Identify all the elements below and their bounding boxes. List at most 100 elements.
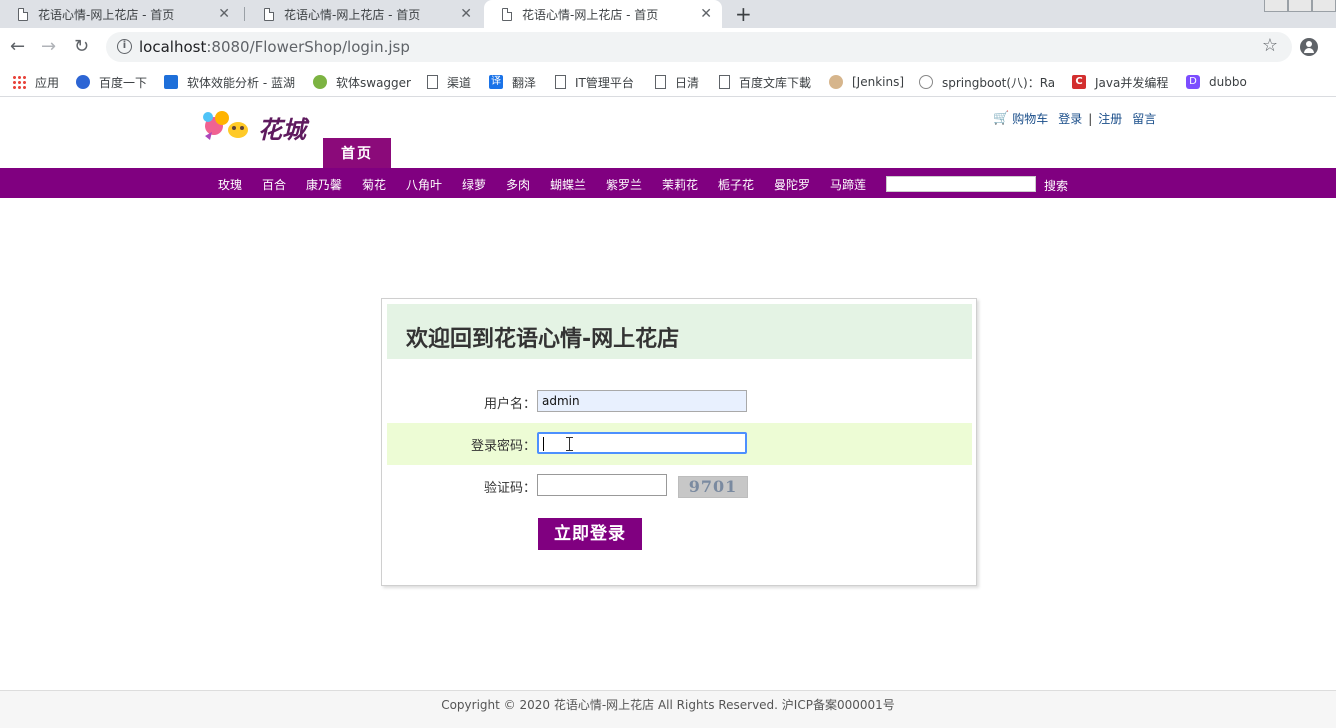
category-nav-bar: 玫瑰 百合 康乃馨 菊花 八角叶 绿萝 多肉 蝴蝶兰 紫罗兰 茉莉花 栀子花 曼… <box>0 168 1336 198</box>
bookmark-it-platform[interactable]: IT管理平台 <box>555 73 634 91</box>
bookmark-jenkins[interactable]: [Jenkins] <box>829 73 904 91</box>
dubbo-icon: D <box>1186 75 1200 89</box>
address-bar[interactable]: i localhost:8080/FlowerShop/login.jsp ☆ <box>106 32 1292 62</box>
browser-tab-title: 花语心情-网上花店 - 首页 <box>522 7 659 22</box>
category-link[interactable]: 绿萝 <box>462 176 486 193</box>
forward-arrow-icon[interactable]: → <box>41 37 56 57</box>
bookmark-java[interactable]: C Java并发编程 <box>1072 73 1168 91</box>
page-footer: Copyright © 2020 花语心情-网上花店 All Rights Re… <box>0 690 1336 728</box>
bookmark-label: 软体效能分析 - 蓝湖 <box>187 75 295 90</box>
bookmark-swagger[interactable]: 软体swagger <box>313 73 411 91</box>
tab-divider <box>244 7 245 21</box>
csdn-icon: C <box>1072 75 1086 89</box>
bookmarks-bar: 应用 百度一下 软体效能分析 - 蓝湖 软体swagger 渠道 译翻泽 IT管… <box>0 67 1336 97</box>
close-window-button[interactable] <box>1312 0 1336 12</box>
page-icon <box>655 75 666 89</box>
login-title: 欢迎回到花语心情-网上花店 <box>406 327 680 352</box>
message-link[interactable]: 留言 <box>1132 110 1156 127</box>
text-caret <box>543 437 544 451</box>
category-link[interactable]: 康乃馨 <box>306 176 342 193</box>
search-input[interactable] <box>886 176 1036 192</box>
captcha-image[interactable]: 9701 <box>678 476 748 498</box>
browser-toolbar: ← → ↻ i localhost:8080/FlowerShop/login.… <box>0 28 1336 67</box>
browser-tab-title: 花语心情-网上花店 - 首页 <box>38 7 175 22</box>
swagger-icon <box>313 75 327 89</box>
bookmark-dubbo[interactable]: Ddubbo <box>1186 73 1247 91</box>
close-icon[interactable]: ✕ <box>460 6 472 22</box>
category-link[interactable]: 多肉 <box>506 176 530 193</box>
bookmark-label: [Jenkins] <box>852 75 905 89</box>
login-header: 欢迎回到花语心情-网上花店 <box>387 304 972 359</box>
category-link[interactable]: 栀子花 <box>718 176 754 193</box>
bookmark-lanhu[interactable]: 软体效能分析 - 蓝湖 <box>164 73 295 91</box>
page-icon <box>555 75 566 89</box>
category-link[interactable]: 马蹄莲 <box>830 176 866 193</box>
flower-city-logo[interactable]: 花城 <box>200 106 320 150</box>
new-tab-button[interactable]: + <box>735 2 752 26</box>
browser-tab-3-active[interactable]: 花语心情-网上花店 - 首页 ✕ <box>484 0 722 28</box>
cart-link[interactable]: 购物车 <box>1012 110 1048 127</box>
browser-tab-1[interactable]: 花语心情-网上花店 - 首页 ✕ <box>0 0 240 28</box>
url-text[interactable]: localhost:8080/FlowerShop/login.jsp <box>139 38 410 56</box>
bookmark-label: 应用 <box>35 75 60 90</box>
restore-button[interactable] <box>1288 0 1312 12</box>
browser-tab-2[interactable]: 花语心情-网上花店 - 首页 ✕ <box>246 0 482 28</box>
username-field[interactable]: admin <box>537 390 747 412</box>
nav-separator: | <box>1088 111 1093 126</box>
category-link[interactable]: 曼陀罗 <box>774 176 810 193</box>
bookmark-label: 日清 <box>675 75 700 90</box>
bookmark-translate[interactable]: 译翻泽 <box>489 73 536 91</box>
bookmark-star-icon[interactable]: ☆ <box>1262 35 1278 56</box>
page-icon <box>427 75 438 89</box>
category-link[interactable]: 蝴蝶兰 <box>550 176 586 193</box>
url-host: localhost <box>139 38 207 56</box>
home-tab[interactable]: 首页 <box>323 138 391 168</box>
copyright-text: Copyright © 2020 花语心情-网上花店 All Rights Re… <box>441 698 895 712</box>
jenkins-icon <box>829 75 843 89</box>
captcha-field[interactable] <box>537 474 667 496</box>
search-button[interactable]: 搜索 <box>1044 177 1068 194</box>
top-user-nav: 🛒 购物车 登录 | 注册 留言 <box>993 110 1156 127</box>
page-icon <box>18 7 28 21</box>
window-controls <box>1264 0 1336 12</box>
spring-icon <box>919 75 933 89</box>
bookmark-label: springboot(八)：Ra <box>942 75 1054 90</box>
category-link[interactable]: 紫罗兰 <box>606 176 642 193</box>
bookmark-baidu[interactable]: 百度一下 <box>76 73 147 91</box>
shopping-cart-icon[interactable]: 🛒 <box>993 111 1009 126</box>
category-link[interactable]: 百合 <box>262 176 286 193</box>
captcha-label: 验证码： <box>483 481 536 496</box>
login-panel: 欢迎回到花语心情-网上花店 用户名： admin 登录密码： 验证码： 9701… <box>381 298 977 586</box>
svg-text:花城: 花城 <box>258 115 310 144</box>
page-icon <box>264 7 274 21</box>
category-link[interactable]: 八角叶 <box>406 176 442 193</box>
profile-avatar-icon[interactable] <box>1300 38 1318 56</box>
lanhu-icon <box>164 75 178 89</box>
login-submit-button[interactable]: 立即登录 <box>538 518 642 550</box>
category-link[interactable]: 茉莉花 <box>662 176 698 193</box>
info-icon[interactable]: i <box>117 39 132 54</box>
bookmark-springboot[interactable]: springboot(八)：Ra <box>919 73 1054 91</box>
bookmark-label: dubbo <box>1209 75 1247 89</box>
username-label: 用户名： <box>483 397 536 412</box>
reload-icon[interactable]: ↻ <box>74 37 89 57</box>
bookmark-label: 百度一下 <box>99 75 148 90</box>
bookmark-apps[interactable]: 应用 <box>12 73 59 91</box>
bookmark-label: 翻泽 <box>512 75 537 90</box>
category-link[interactable]: 玫瑰 <box>218 176 242 193</box>
password-label: 登录密码： <box>470 439 536 454</box>
page-content: 花城 🛒 购物车 登录 | 注册 留言 首页 玫瑰 百合 康乃馨 菊花 八角叶 … <box>0 98 1336 728</box>
bookmark-label: Java并发编程 <box>1095 75 1169 90</box>
bookmark-label: 软体swagger <box>336 75 411 90</box>
bookmark-qudao[interactable]: 渠道 <box>427 73 471 91</box>
back-arrow-icon[interactable]: ← <box>10 37 25 57</box>
bookmark-riqing[interactable]: 日清 <box>655 73 699 91</box>
login-link[interactable]: 登录 <box>1058 110 1082 127</box>
register-link[interactable]: 注册 <box>1098 110 1122 127</box>
category-link[interactable]: 菊花 <box>362 176 386 193</box>
password-field[interactable] <box>537 432 747 454</box>
bookmark-wenku[interactable]: 百度文库下載 <box>719 73 811 91</box>
minimize-button[interactable] <box>1264 0 1288 12</box>
close-icon[interactable]: ✕ <box>700 6 712 22</box>
close-icon[interactable]: ✕ <box>218 6 230 22</box>
